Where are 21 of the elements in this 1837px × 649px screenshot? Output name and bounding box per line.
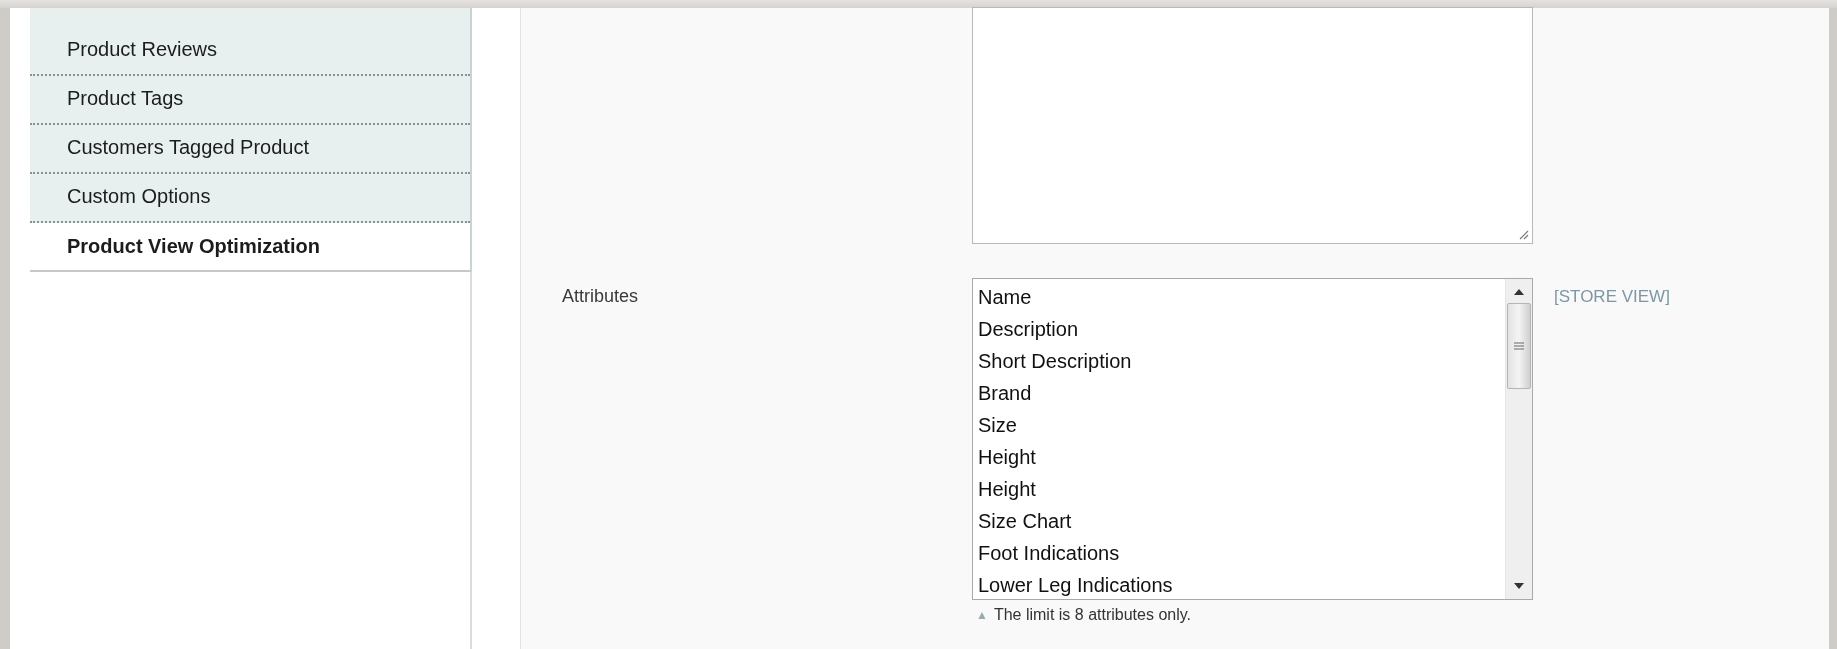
list-option[interactable]: Brand <box>978 377 1500 409</box>
list-option[interactable]: Height <box>978 441 1500 473</box>
scroll-thumb[interactable] <box>1507 303 1531 389</box>
list-option[interactable]: Size Chart <box>978 505 1500 537</box>
sidebar-tab[interactable]: Product View Optimization <box>30 223 470 272</box>
resize-grip-icon[interactable] <box>1517 228 1529 240</box>
scope-label: [STORE VIEW] <box>1554 287 1670 306</box>
list-option[interactable]: Foot Indications <box>978 537 1500 569</box>
scrollbar[interactable] <box>1505 279 1532 599</box>
list-option[interactable]: Height <box>978 473 1500 505</box>
list-option[interactable]: Description <box>978 313 1500 345</box>
list-option[interactable]: Name <box>978 281 1500 313</box>
list-option[interactable]: Short Description <box>978 345 1500 377</box>
hint-text: The limit is 8 attributes only. <box>993 606 1191 624</box>
list-option[interactable]: Lower Leg Indications <box>978 569 1500 601</box>
list-option[interactable]: Size <box>978 409 1500 441</box>
attribute-list-box[interactable]: Name Description Short Description Brand Size Height Height Size Chart Foot Indications Lower Leg Indications <box>972 278 1533 600</box>
scroll-down-icon[interactable] <box>1514 583 1524 589</box>
note-icon: ▲ <box>976 608 988 622</box>
scroll-up-icon[interactable] <box>1514 289 1524 295</box>
field-label: Attributes <box>562 286 639 306</box>
